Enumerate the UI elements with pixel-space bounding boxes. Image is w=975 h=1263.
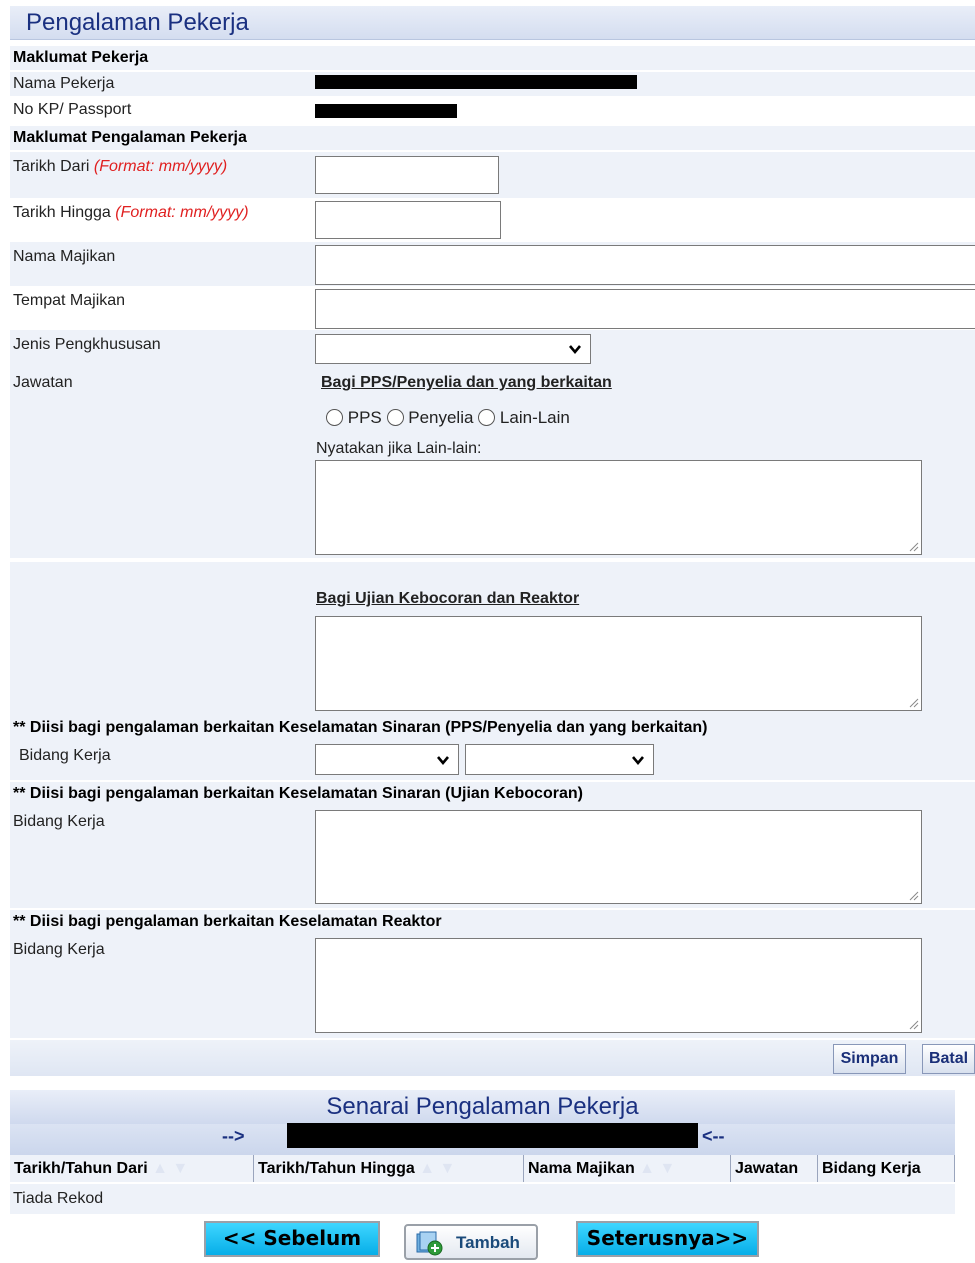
tambah-label: Tambah [456, 1233, 520, 1252]
bidang-kerja-select-2[interactable] [465, 744, 654, 775]
jenis-pengkhususan-select[interactable] [315, 334, 591, 364]
pps-heading: Bagi PPS/Penyelia dan yang berkaitan [321, 374, 612, 391]
jawatan-radio-group: PPS Penyelia Lain-Lain [326, 408, 570, 428]
nama-pekerja-label: Nama Pekerja [13, 75, 115, 92]
column-header-bidang-kerja[interactable]: Bidang Kerja [818, 1155, 955, 1182]
section-reaktor: ** Diisi bagi pengalaman berkaitan Kesel… [10, 910, 975, 934]
radio-pps-label: PPS [347, 408, 382, 427]
bidang-kerja-reaktor-textarea[interactable] [315, 938, 922, 1033]
bidang-kerja-kebocoran-textarea[interactable] [315, 810, 922, 904]
nama-pekerja-value-redacted [315, 75, 637, 89]
section-maklumat-pengalaman: Maklumat Pengalaman Pekerja [10, 126, 975, 150]
tarikh-hingga-input[interactable] [315, 201, 501, 239]
chevron-down-icon [437, 755, 449, 765]
tarikh-dari-input[interactable] [315, 156, 499, 194]
chevron-down-icon [632, 755, 644, 765]
bidang-kerja-pps-label: Bidang Kerja [19, 747, 111, 764]
sebelum-button[interactable]: << Sebelum [204, 1221, 380, 1257]
tambah-button[interactable]: Tambah [404, 1224, 538, 1260]
radio-lain-lain[interactable] [478, 409, 496, 426]
radio-penyelia-label: Penyelia [408, 408, 474, 427]
tarikh-dari-label: Tarikh Dari (Format: mm/yyyy) [13, 158, 228, 175]
bidang-kerja-reaktor-label: Bidang Kerja [13, 941, 105, 958]
kebocoran-textarea[interactable] [315, 616, 922, 711]
simpan-button[interactable]: Simpan [833, 1044, 906, 1074]
lain-lain-textarea[interactable] [315, 460, 922, 555]
column-header-nama-majikan[interactable]: Nama Majikan ▲ ▼ [524, 1155, 731, 1182]
column-header-jawatan[interactable]: Jawatan [731, 1155, 818, 1182]
sort-arrows-icon[interactable]: ▲ ▼ [419, 1160, 455, 1177]
column-header-tarikh-dari[interactable]: Tarikh/Tahun Dari ▲ ▼ [10, 1155, 254, 1182]
arrow-right-marker: <-- [702, 1126, 725, 1146]
resize-grip-icon[interactable] [907, 696, 919, 708]
radio-pps[interactable] [326, 409, 343, 426]
add-record-icon [416, 1231, 443, 1256]
arrow-left-marker: --> [222, 1126, 245, 1146]
bidang-kerja-kebocoran-label: Bidang Kerja [13, 813, 105, 830]
kp-value-redacted [315, 104, 457, 118]
page-title: Pengalaman Pekerja [10, 6, 975, 40]
empty-message: Tiada Rekod [13, 1190, 104, 1207]
tarikh-hingga-label: Tarikh Hingga (Format: mm/yyyy) [13, 204, 249, 221]
jenis-pengkhususan-label: Jenis Pengkhususan [13, 336, 161, 353]
radio-lain-lain-label: Lain-Lain [499, 408, 570, 427]
section-sinaran-kebocoran: ** Diisi bagi pengalaman berkaitan Kesel… [10, 782, 975, 806]
sort-arrows-icon[interactable]: ▲ ▼ [152, 1160, 188, 1177]
nama-majikan-input[interactable] [315, 245, 975, 285]
tempat-majikan-label: Tempat Majikan [13, 292, 126, 309]
sort-arrows-icon[interactable]: ▲ ▼ [639, 1160, 675, 1177]
jawatan-label: Jawatan [13, 374, 73, 391]
nama-majikan-label: Nama Majikan [13, 248, 116, 265]
senarai-title: Senarai Pengalaman Pekerja [10, 1090, 955, 1124]
senarai-name-redacted [287, 1123, 698, 1148]
kp-label: No KP/ Passport [13, 101, 132, 118]
seterusnya-button[interactable]: Seterusnya>> [576, 1221, 759, 1257]
kebocoran-heading: Bagi Ujian Kebocoran dan Reaktor [316, 590, 580, 607]
bidang-kerja-select-1[interactable] [315, 744, 459, 775]
tempat-majikan-input[interactable] [315, 289, 975, 329]
section-maklumat-pekerja: Maklumat Pekerja [10, 46, 975, 70]
resize-grip-icon[interactable] [907, 540, 919, 552]
batal-button[interactable]: Batal [922, 1044, 975, 1074]
chevron-down-icon [569, 345, 581, 355]
section-sinaran-pps: ** Diisi bagi pengalaman berkaitan Kesel… [10, 716, 975, 740]
lain-lain-label: Nyatakan jika Lain-lain: [316, 440, 482, 457]
resize-grip-icon[interactable] [907, 1018, 919, 1030]
resize-grip-icon[interactable] [907, 889, 919, 901]
radio-penyelia[interactable] [386, 409, 404, 426]
column-header-tarikh-hingga[interactable]: Tarikh/Tahun Hingga ▲ ▼ [254, 1155, 524, 1182]
